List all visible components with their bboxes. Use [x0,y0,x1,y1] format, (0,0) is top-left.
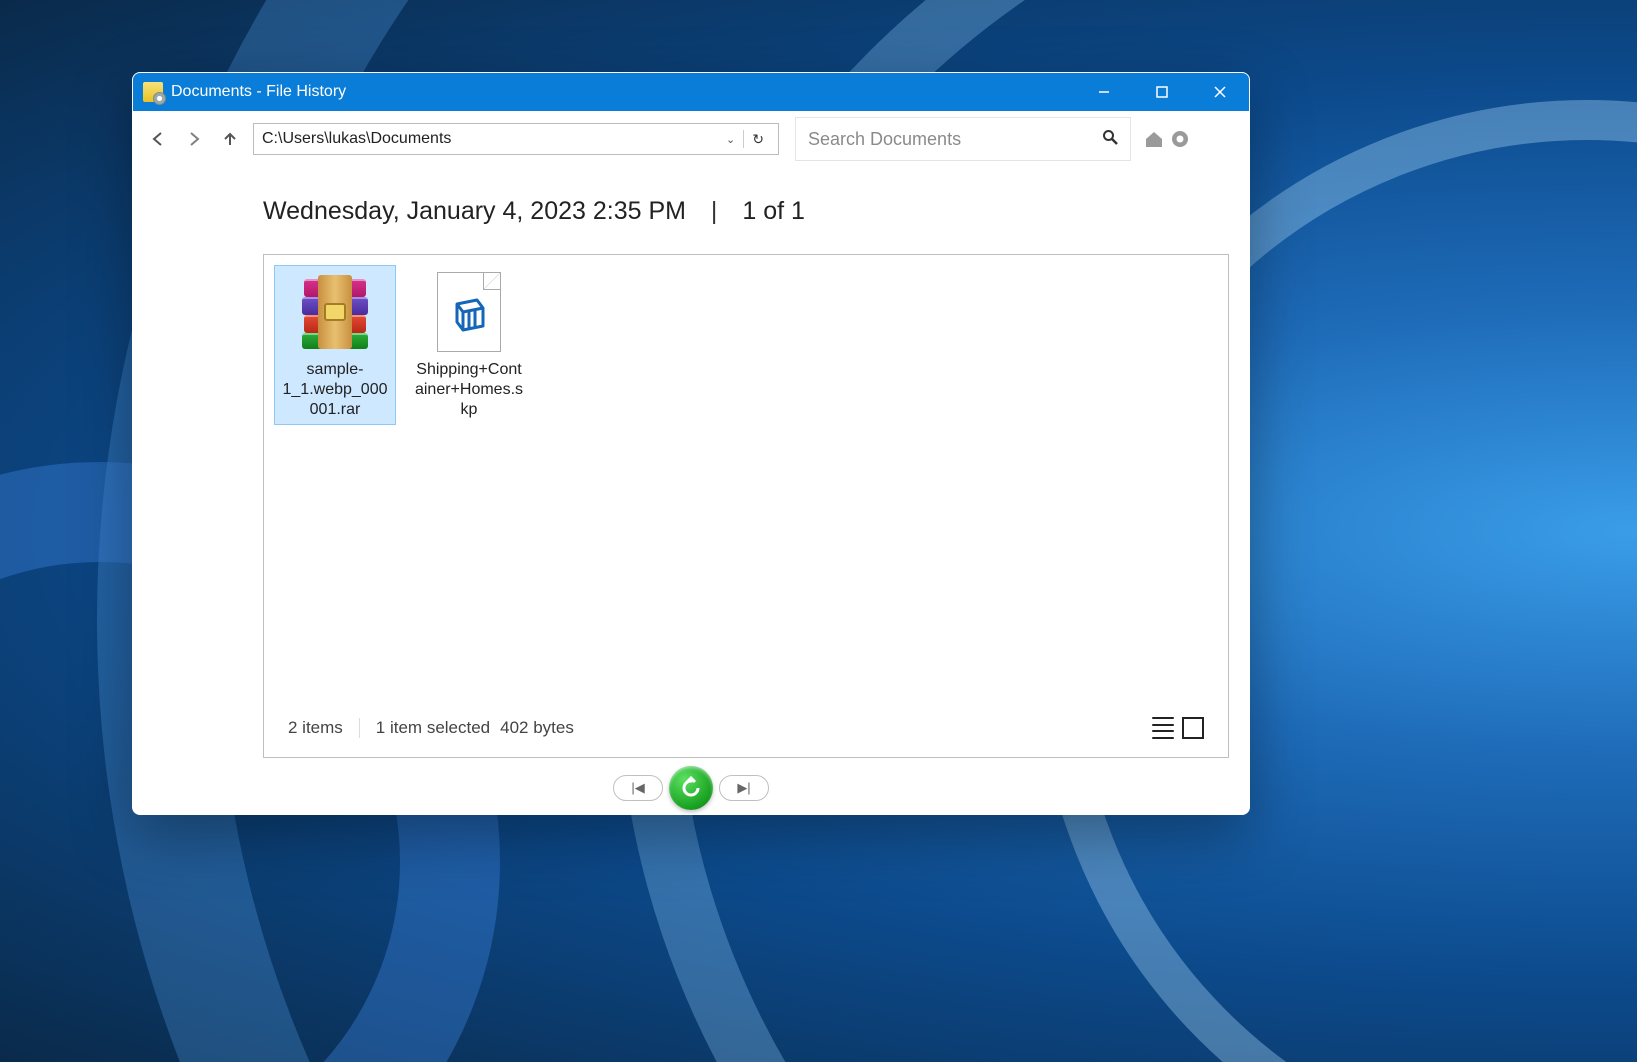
separator: | [711,197,718,225]
sketchup-file-icon [437,272,501,352]
selection-size: 402 bytes [500,718,574,738]
minimize-button[interactable] [1075,73,1133,111]
file-history-icon [143,82,163,102]
version-timestamp: Wednesday, January 4, 2023 2:35 PM [263,197,686,225]
list-view-button[interactable] [1152,717,1174,739]
gear-icon [1169,128,1191,150]
toolbar: C:\Users\lukas\Documents ⌄ ↻ Search Docu… [133,111,1249,167]
version-page-indicator: 1 of 1 [742,197,805,225]
path-text: C:\Users\lukas\Documents [262,130,451,148]
maximize-button[interactable] [1133,73,1191,111]
minimize-icon [1097,85,1111,99]
arrow-up-icon [221,130,239,148]
selection-count: 1 item selected [376,718,490,738]
file-name: Shipping+Container+Homes.skp [413,360,525,420]
next-version-button[interactable]: ▶| [719,775,769,801]
file-history-window: Documents - File History C:\Users\lukas\… [132,72,1250,815]
status-bar: 2 items 1 item selected 402 bytes [274,709,1218,747]
item-count: 2 items [288,718,343,738]
icon-view-button[interactable] [1182,717,1204,739]
home-button[interactable] [1141,126,1167,152]
search-icon [1102,129,1118,150]
arrow-left-icon [148,129,168,149]
previous-version-button[interactable]: |◀ [613,775,663,801]
file-name: sample-1_1.webp_000001.rar [279,360,391,420]
settings-button[interactable] [1167,126,1193,152]
search-input[interactable]: Search Documents [795,117,1131,161]
window-title: Documents - File History [171,83,346,101]
address-bar[interactable]: C:\Users\lukas\Documents ⌄ ↻ [253,123,779,155]
rar-archive-icon [298,275,372,349]
restore-icon [678,775,704,801]
version-dateline: Wednesday, January 4, 2023 2:35 PM | 1 o… [263,197,1229,226]
titlebar[interactable]: Documents - File History [133,73,1249,111]
back-button[interactable] [143,124,173,154]
up-button[interactable] [215,124,245,154]
home-icon [1143,128,1165,150]
file-item[interactable]: sample-1_1.webp_000001.rar [274,265,396,425]
chevron-down-icon[interactable]: ⌄ [720,133,741,146]
close-button[interactable] [1191,73,1249,111]
refresh-button[interactable]: ↻ [746,131,770,148]
restore-button[interactable] [669,766,713,810]
close-icon [1213,85,1227,99]
skip-forward-icon: ▶| [737,780,750,796]
search-placeholder: Search Documents [808,129,1102,150]
skip-back-icon: |◀ [631,780,644,796]
forward-button[interactable] [179,124,209,154]
file-item[interactable]: Shipping+Container+Homes.skp [408,265,530,425]
file-pane[interactable]: sample-1_1.webp_000001.rar Shipping+Cont… [263,254,1229,758]
maximize-icon [1155,85,1169,99]
history-controls: |◀ ▶| [133,766,1249,814]
arrow-right-icon [184,129,204,149]
